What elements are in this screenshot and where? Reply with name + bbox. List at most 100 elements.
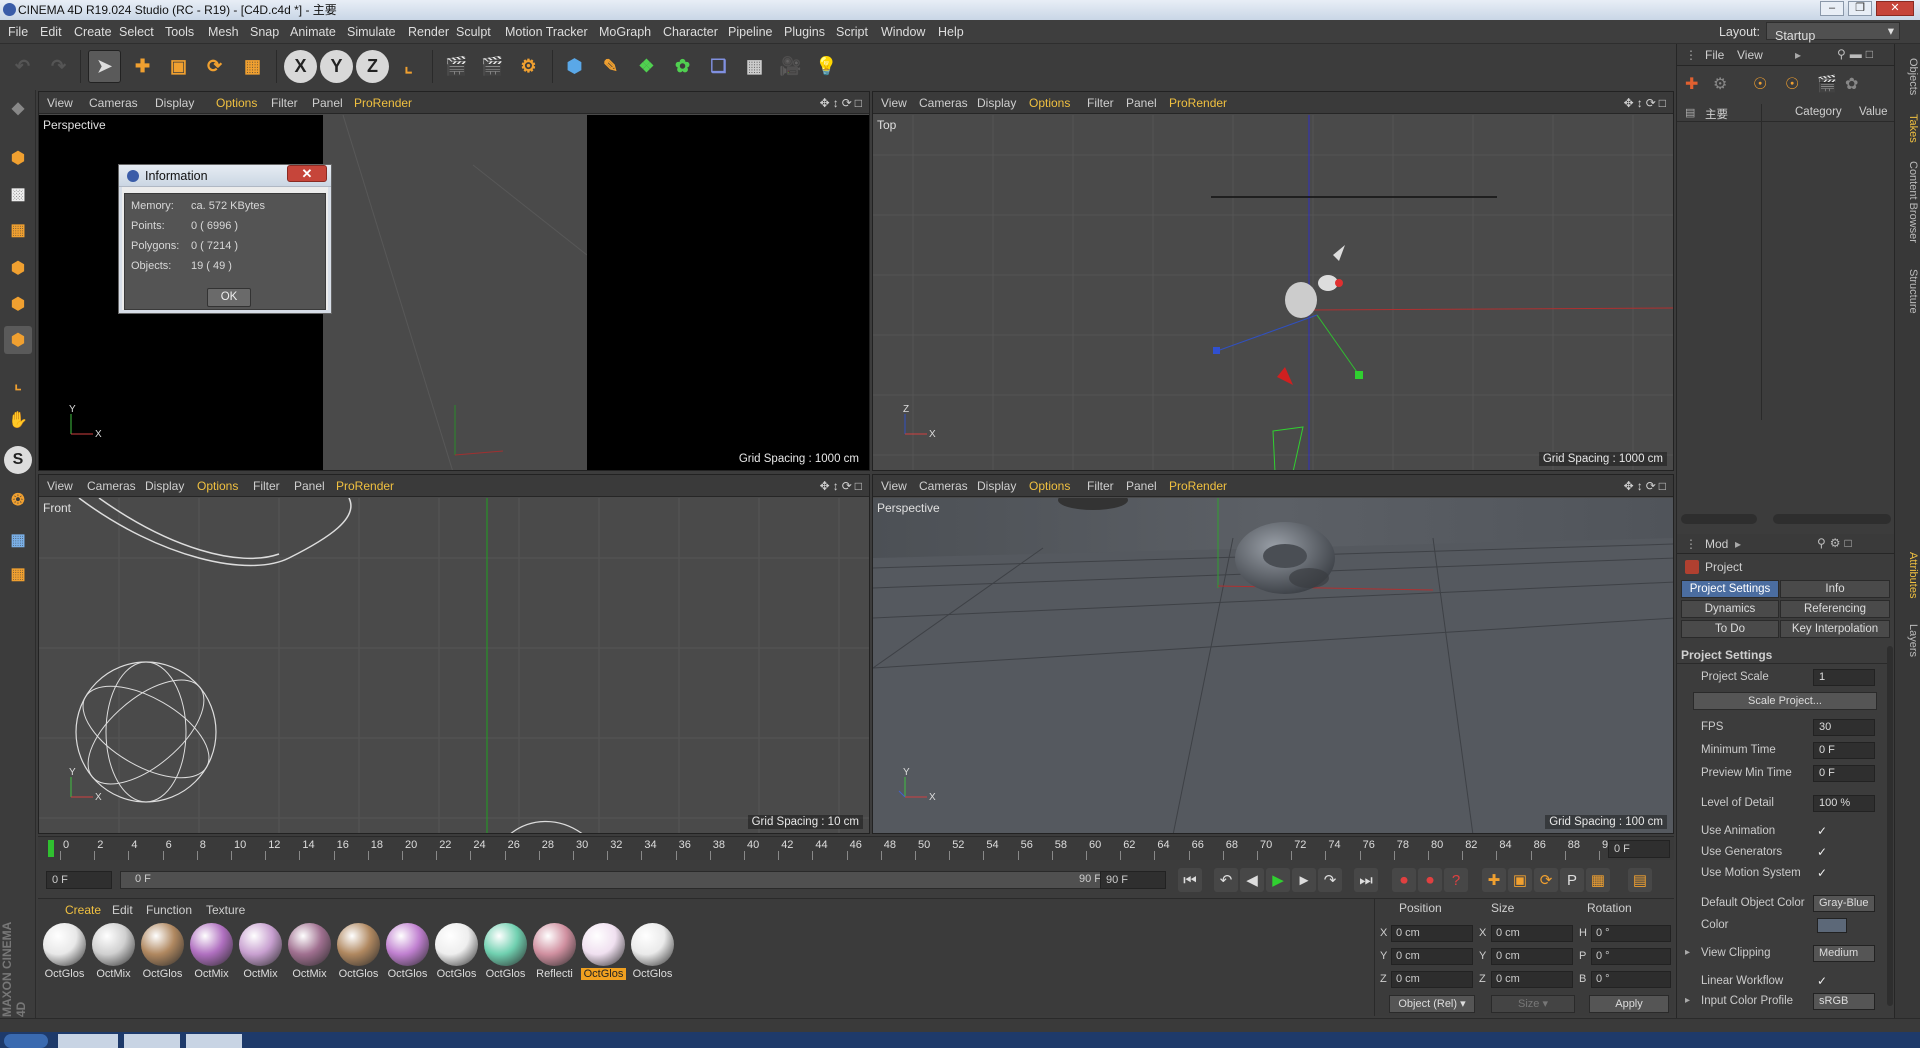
current-frame-field[interactable]: 0 F — [1608, 840, 1670, 858]
menu-file[interactable]: File — [8, 25, 28, 39]
tab-layers[interactable]: Layers — [1897, 616, 1919, 666]
light-handle[interactable] — [1355, 371, 1363, 379]
material-icon[interactable]: ✿ — [1845, 74, 1869, 98]
vp-menu-options[interactable]: Options — [197, 479, 238, 493]
coordinate-mode-dropdown[interactable]: Object (Rel) ▾ — [1389, 995, 1475, 1013]
vp-menu-options[interactable]: Options — [1029, 479, 1070, 493]
vp-menu-view[interactable]: View — [47, 96, 73, 110]
z-axis-lock-icon[interactable]: Z — [356, 50, 389, 83]
attr-mode-menu[interactable]: Mod — [1705, 537, 1728, 551]
position-y-field[interactable]: 0 cm — [1391, 948, 1473, 965]
redo-icon[interactable]: ↷ — [42, 50, 75, 83]
chevron-right-icon[interactable]: ▸ — [1795, 48, 1801, 62]
size-y-field[interactable]: 0 cm — [1491, 948, 1573, 965]
pen-spline-icon[interactable]: ✎ — [594, 50, 627, 83]
obj-menu-view[interactable]: View — [1737, 48, 1763, 62]
menu-select[interactable]: Select — [119, 25, 154, 39]
material-swatch[interactable]: OctMix — [238, 923, 283, 983]
viewport-nav-icons[interactable]: ✥↕⟳□ — [820, 479, 865, 493]
vp-menu-prorender[interactable]: ProRender — [1169, 96, 1227, 110]
play-icon[interactable]: ▶ — [1266, 868, 1290, 892]
vp-menu-filter[interactable]: Filter — [1087, 96, 1114, 110]
light-icon[interactable]: 💡 — [810, 50, 843, 83]
rotation-p-field[interactable]: 0 ° — [1591, 948, 1671, 965]
texture-mode-icon[interactable]: ▩ — [4, 180, 32, 208]
tab-takes[interactable]: Takes — [1897, 108, 1919, 148]
linear-workflow-checkbox[interactable]: ✓ — [1817, 974, 1827, 988]
horizontal-scrollbar[interactable] — [1681, 514, 1757, 524]
ok-button[interactable]: OK — [207, 288, 251, 307]
make-editable-icon[interactable]: ◆ — [4, 94, 32, 122]
next-key-icon[interactable]: ↷ — [1318, 868, 1342, 892]
menu-animate[interactable]: Animate — [290, 25, 336, 39]
menu-window[interactable]: Window — [881, 25, 925, 39]
menu-sculpt[interactable]: Sculpt — [456, 25, 491, 39]
cloner-icon[interactable]: ✿ — [666, 50, 699, 83]
panel-window-icons[interactable]: ⚲▬□ — [1837, 47, 1877, 61]
mat-menu-edit[interactable]: Edit — [112, 903, 133, 917]
material-swatch[interactable]: OctGlos — [140, 923, 185, 983]
end-frame-field[interactable]: 90 F — [1100, 871, 1166, 889]
render-view-icon[interactable]: 🎬 — [440, 50, 473, 83]
x-axis-lock-icon[interactable]: X — [284, 50, 317, 83]
edges-mode-icon[interactable]: ⬢ — [4, 290, 32, 318]
start-button[interactable] — [4, 1034, 48, 1048]
vp-menu-prorender[interactable]: ProRender — [354, 96, 412, 110]
coordinate-system-icon[interactable]: ⌞ — [392, 50, 425, 83]
mat-menu-texture[interactable]: Texture — [206, 903, 245, 917]
view-clipping-dropdown[interactable]: Medium — [1813, 945, 1875, 962]
menu-character[interactable]: Character — [663, 25, 718, 39]
move-tool-icon[interactable]: ✚ — [126, 50, 159, 83]
vp-menu-filter[interactable]: Filter — [271, 96, 298, 110]
vp-menu-cameras[interactable]: Cameras — [919, 96, 968, 110]
restore-button[interactable]: ❐ — [1848, 1, 1872, 16]
mat-menu-function[interactable]: Function — [146, 903, 192, 917]
expand-arrow-icon[interactable]: ▸ — [1685, 995, 1690, 1006]
vp-menu-view[interactable]: View — [881, 479, 907, 493]
close-window-button[interactable]: ✕ — [1876, 1, 1914, 16]
size-x-field[interactable]: 0 cm — [1491, 925, 1573, 942]
vp-menu-prorender[interactable]: ProRender — [1169, 479, 1227, 493]
minimum-time-field[interactable]: 0 F — [1813, 742, 1875, 759]
model-mode-icon[interactable]: ⬢ — [4, 144, 32, 172]
material-swatch[interactable]: OctMix — [287, 923, 332, 983]
menu-simulate[interactable]: Simulate — [347, 25, 396, 39]
torus-wireframe[interactable] — [509, 820, 584, 834]
rotate-tool-icon[interactable]: ⟳ — [198, 50, 231, 83]
preview-range-slider[interactable]: 0 F 90 F — [120, 871, 1118, 889]
material-swatch[interactable]: OctGlos — [483, 923, 528, 983]
vp-menu-filter[interactable]: Filter — [253, 479, 280, 493]
tab-structure[interactable]: Structure — [1897, 256, 1919, 326]
key-position-icon[interactable]: ✚ — [1482, 868, 1506, 892]
goto-end-icon[interactable]: ⏭ — [1354, 868, 1378, 892]
rotation-h-field[interactable]: 0 ° — [1591, 925, 1671, 942]
obj-menu-file[interactable]: File — [1705, 48, 1724, 62]
light-object[interactable] — [1333, 245, 1345, 261]
material-swatch[interactable]: OctMix — [189, 923, 234, 983]
vp-menu-display[interactable]: Display — [977, 479, 1016, 493]
scene-objects[interactable] — [1335, 279, 1343, 287]
chevron-right-icon[interactable]: ▸ — [1735, 537, 1741, 551]
material-swatch[interactable]: OctGlos — [385, 923, 430, 983]
material-swatch[interactable]: OctMix — [91, 923, 136, 983]
vp-menu-panel[interactable]: Panel — [1126, 479, 1157, 493]
vp-menu-options[interactable]: Options — [216, 96, 257, 110]
vp-menu-filter[interactable]: Filter — [1087, 479, 1114, 493]
viewport-top[interactable]: View Cameras Display Options Filter Pane… — [872, 91, 1674, 471]
axis-mode-icon[interactable]: ⌞ — [4, 370, 32, 398]
vp-menu-panel[interactable]: Panel — [1126, 96, 1157, 110]
timeline-ruler[interactable]: 0 2 4 6 8 10 12 14 16 18 20 22 24 26 28 30 32 34 36 38 40 42 4… — [38, 836, 1674, 860]
vp-menu-prorender[interactable]: ProRender — [336, 479, 394, 493]
key-parameter-icon[interactable]: P — [1560, 868, 1584, 892]
render-icon[interactable]: 🎬 — [1817, 74, 1841, 98]
viewport-nav-icons[interactable]: ✥↕⟳□ — [1624, 479, 1669, 493]
level-of-detail-field[interactable]: 100 % — [1813, 795, 1875, 812]
tab-key-interpolation[interactable]: Key Interpolation — [1780, 620, 1890, 638]
menu-plugins[interactable]: Plugins — [784, 25, 825, 39]
tab-content-browser[interactable]: Content Browser — [1897, 152, 1919, 252]
menu-help[interactable]: Help — [938, 25, 964, 39]
render-picture-viewer-icon[interactable]: 🎬 — [476, 50, 509, 83]
locked-workplane-icon[interactable]: ▦ — [4, 560, 32, 588]
preview-min-time-field[interactable]: 0 F — [1813, 765, 1875, 782]
close-dialog-button[interactable]: ✕ — [287, 165, 327, 182]
